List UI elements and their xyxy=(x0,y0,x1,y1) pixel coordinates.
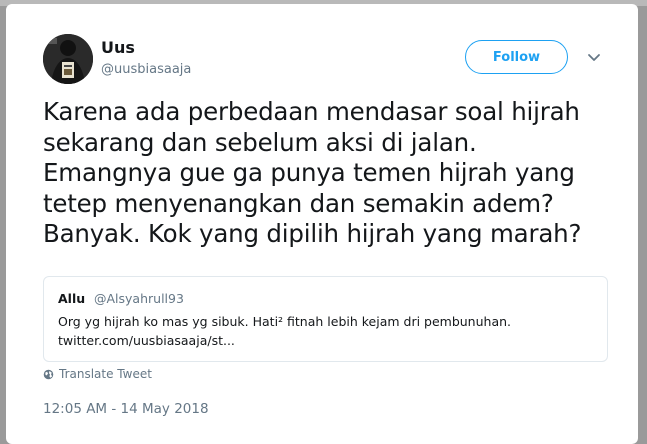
quoted-link[interactable]: twitter.com/uusbiasaaja/st... xyxy=(58,331,598,350)
quoted-user-handle: @Alsyahrull93 xyxy=(94,291,184,306)
tweet-text: Karena ada perbedaan mendasar soal hijra… xyxy=(43,97,582,248)
avatar[interactable] xyxy=(43,34,93,84)
globe-icon xyxy=(43,369,54,379)
translate-tweet-label: Translate Tweet xyxy=(59,367,152,381)
quoted-tweet-text: Org yg hijrah ko mas yg sibuk. Hati² fit… xyxy=(58,312,598,350)
quoted-text-line: Org yg hijrah ko mas yg sibuk. Hati² fit… xyxy=(58,314,512,329)
user-name[interactable]: Uus xyxy=(101,38,135,57)
chevron-down-icon[interactable] xyxy=(586,50,602,64)
translate-tweet[interactable]: Translate Tweet xyxy=(43,367,152,381)
tweet-timestamp[interactable]: 12:05 AM - 14 May 2018 xyxy=(43,401,209,417)
tweet-card: Uus @uusbiasaaja Follow Karena ada perbe… xyxy=(6,4,638,444)
quoted-user-name: Allu xyxy=(58,291,86,306)
user-handle[interactable]: @uusbiasaaja xyxy=(101,62,191,77)
quoted-tweet[interactable]: Allu @Alsyahrull93 Org yg hijrah ko mas … xyxy=(43,276,608,362)
follow-button[interactable]: Follow xyxy=(465,40,568,74)
